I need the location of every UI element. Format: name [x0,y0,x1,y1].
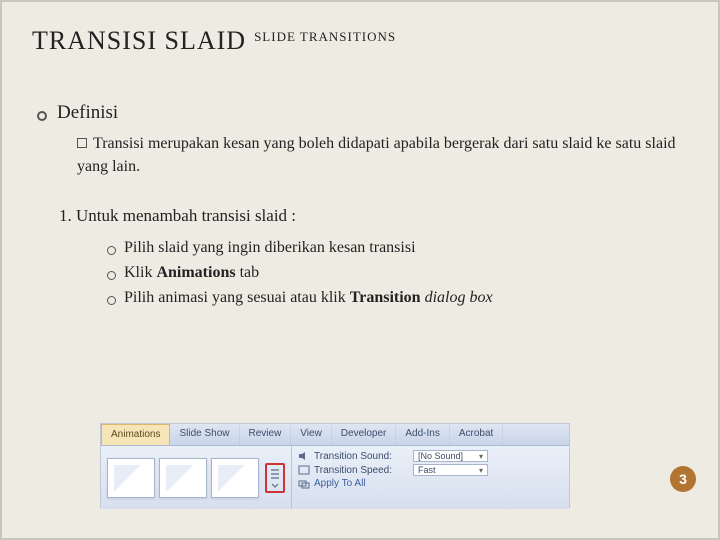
definition-heading-row: Definisi [37,102,683,124]
step-text-pre: Klik [124,264,156,281]
step-text-pre: Pilih animasi yang sesuai atau klik [124,289,350,306]
ring-bullet-icon [107,271,116,280]
square-bullet-icon [77,138,87,148]
sound-field: [No Sound]▾ [413,450,488,462]
speed-icon [298,465,310,475]
transition-options: Transition Sound: [No Sound]▾ Transition… [292,446,569,509]
ribbon-tab-bar: Animations Slide Show Review View Develo… [101,424,569,446]
speed-field: Fast▾ [413,464,488,476]
gallery-more-icon [265,463,285,493]
title-main: TRANSISI SLAID [32,26,246,56]
ring-bullet-icon [37,111,47,121]
steps-heading: 1. Untuk menambah transisi slaid : [59,206,683,226]
ribbon-tab-acrobat: Acrobat [450,424,503,445]
sound-label: Transition Sound: [314,451,409,462]
sound-icon [298,451,310,461]
apply-all-label: Apply To All [314,478,366,489]
apply-all-icon [298,479,310,489]
ribbon-tab-animations: Animations [101,424,170,445]
step-text-bold: Animations [156,264,235,281]
chevron-down-icon: ▾ [479,452,483,461]
transition-thumb [211,458,259,498]
ring-bullet-icon [107,246,116,255]
step-text-post: tab [236,264,260,281]
step-item: Pilih animasi yang sesuai atau klik Tran… [107,286,683,311]
ribbon-tab-developer: Developer [332,424,397,445]
steps-list: Pilih slaid yang ingin diberikan kesan t… [107,236,683,310]
slide-title: TRANSISI SLAID SLIDE TRANSITIONS [32,26,396,56]
definition-body: Transisi merupakan kesan yang boleh dida… [77,132,683,178]
ribbon-tab-addins: Add-Ins [396,424,449,445]
transition-gallery [101,446,292,509]
slide-content: Definisi Transisi merupakan kesan yang b… [37,102,683,311]
page-number: 3 [670,466,696,492]
option-row-applyall: Apply To All [298,478,563,489]
step-text: Pilih slaid yang ingin diberikan kesan t… [124,239,416,256]
transition-thumb [159,458,207,498]
title-subtitle: SLIDE TRANSITIONS [254,29,396,45]
ribbon-tab-slideshow: Slide Show [170,424,239,445]
option-row-sound: Transition Sound: [No Sound]▾ [298,450,563,462]
chevron-down-icon: ▾ [479,466,483,475]
ribbon-screenshot: Animations Slide Show Review View Develo… [100,423,570,508]
ring-bullet-icon [107,296,116,305]
ribbon-tab-review: Review [240,424,292,445]
definition-text: Transisi merupakan kesan yang boleh dida… [77,135,676,175]
transition-thumb [107,458,155,498]
step-item: Klik Animations tab [107,261,683,286]
ribbon-tab-view: View [291,424,332,445]
step-text-bold: Transition [350,289,421,306]
definition-heading: Definisi [57,102,118,124]
step-item: Pilih slaid yang ingin diberikan kesan t… [107,236,683,261]
step-text-italic: dialog box [421,289,493,306]
speed-label: Transition Speed: [314,465,409,476]
ribbon-body: Transition Sound: [No Sound]▾ Transition… [101,446,569,509]
option-row-speed: Transition Speed: Fast▾ [298,464,563,476]
